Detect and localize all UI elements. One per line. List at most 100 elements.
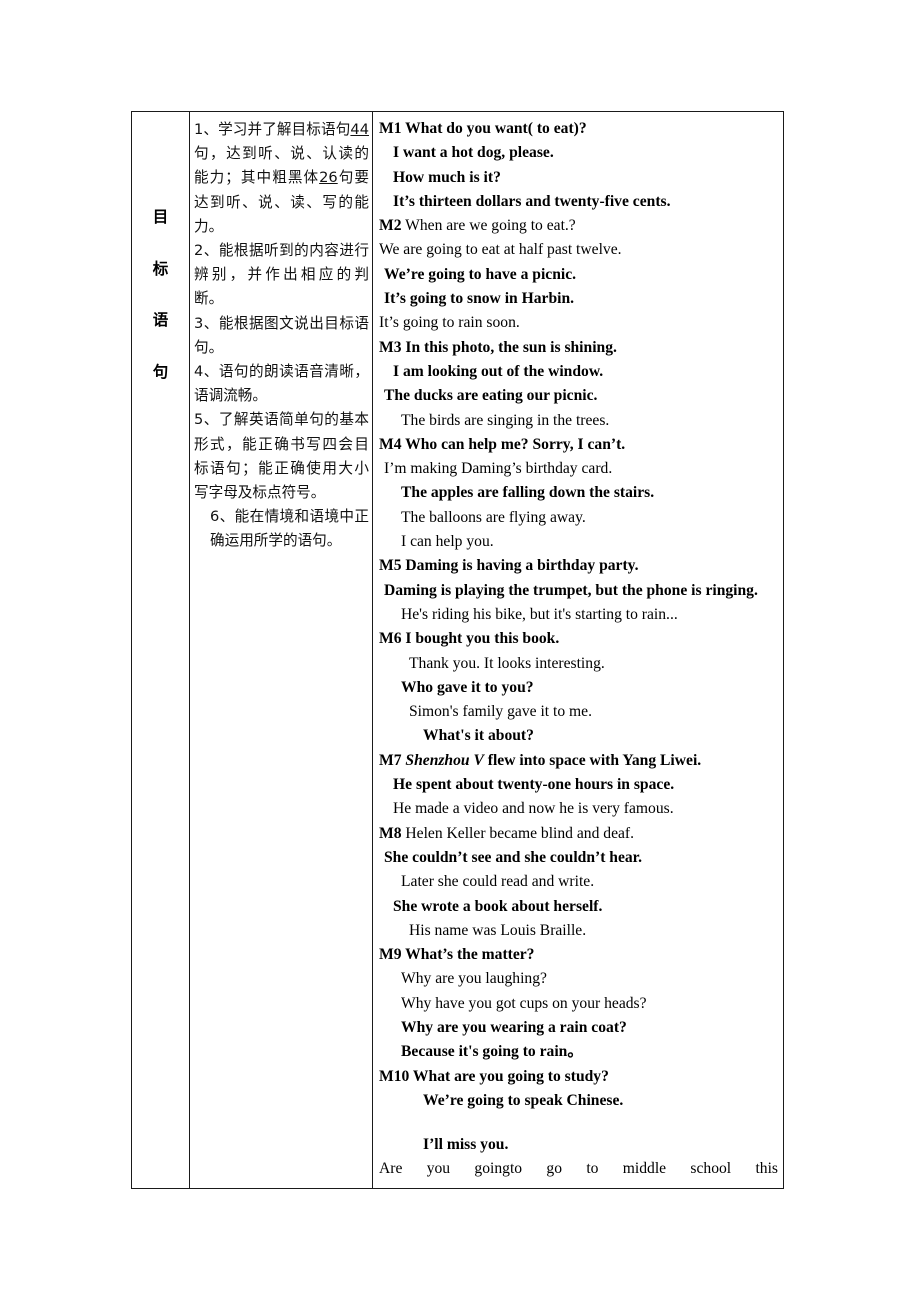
sentence-line-m1-q: M1 What do you want( to eat)? [379,117,778,141]
sentence-line-m1-a3: It’s thirteen dollars and twenty-five ce… [379,190,778,214]
sentence-text: He made a video and now he is very famou… [393,800,674,818]
sentence-text: Helen Keller became blind and deaf. [401,824,635,842]
goal-item-1: 1、学习并了解目标语句44句，达到听、说、认读的能力；其中粗黑体26句要达到听、… [194,118,369,239]
sentence-text: M6 I bought you this book. [379,630,560,648]
goals-cell: 1、学习并了解目标语句44句，达到听、说、认读的能力；其中粗黑体26句要达到听、… [189,111,373,1189]
goal-item-5: 5、了解英语简单句的基本形式，能正确书写四会目标语句；能正确使用大小写字母及标点… [194,411,369,502]
sentence-text: I want a hot dog, please. [393,144,554,162]
sentence-line-m4-a1: I’m making Daming’s birthday card. [379,457,778,481]
sentence-text: I can help you. [401,533,494,551]
sentence-line-m4-q: M4 Who can help me? Sorry, I can’t. [379,433,778,457]
sentence-line-m10-a1: We’re going to speak Chinese. [379,1089,778,1113]
sentence-line-m5-q: M5 Daming is having a birthday party. [379,554,778,578]
sentence-line-m7-q: M7 Shenzhou V flew into space with Yang … [379,749,778,773]
sentence-line-m4-a3: The balloons are flying away. [379,506,778,530]
sentence-line-m8-a3: She wrote a book about herself. [379,895,778,919]
sentence-line-m2-a1: We are going to eat at half past twelve. [379,238,778,262]
sentence-text: Who gave it to you? [401,678,534,696]
sentence-text: How much is it? [393,168,501,186]
sentence-text: M1 What do you want( to eat)? [379,120,587,137]
sentences-cell: M1 What do you want( to eat)? I want a ho… [372,111,784,1189]
sentence-line-m2-q: M2 When are we going to eat.? [379,214,778,238]
sentence-text: She couldn’t see and she couldn’t hear. [384,848,643,866]
sentence-text: I’m making Daming’s birthday card. [384,460,613,478]
sentence-line-m6-a3: Simon's family gave it to me. [379,700,778,724]
sentence-text: flew into space with Yang Liwei. [483,751,702,769]
sentence-text: M10 What are you going to study? [379,1067,609,1085]
sentence-text: When are we going to eat.? [401,217,576,235]
sentence-line-m7-a1: He spent about twenty-one hours in space… [379,773,778,797]
sentence-text: The apples are falling down the stairs. [401,484,655,502]
sentence-italic-title: Shenzhou V [405,751,484,769]
sentence-text: What's it about? [423,727,534,745]
table-row: 目 标 语 句 1、学习并了解目标语句44句，达到听、说、认读的能力；其中粗黑体… [131,111,784,1189]
sentence-line-m9-a4: Because it's going to rain。 [379,1040,778,1064]
sentence-spacer [379,1113,778,1133]
sentence-text: We’re going to speak Chinese. [423,1091,624,1109]
sentence-text: M5 Daming is having a birthday party. [379,557,639,575]
sentence-text: The balloons are flying away. [401,508,586,526]
target-sentence-list: M1 What do you want( to eat)? I want a ho… [373,112,783,1185]
sentence-line-m2-a4: It’s going to rain soon. [379,311,778,335]
sentence-line-m3-a2: The ducks are eating our picnic. [379,384,778,408]
sentence-line-m1-a2: How much is it? [379,166,778,190]
sentence-text: Why have you got cups on your heads? [401,994,647,1012]
sentence-text: It’s going to rain soon. [379,314,520,332]
sentence-text: Because it's going to rain。 [401,1043,583,1061]
sentence-line-m1-a1: I want a hot dog, please. [379,141,778,165]
sentence-text: Thank you. It looks interesting. [409,654,605,672]
sentence-line-m5-a2: He's riding his bike, but it's starting … [379,603,778,627]
sentence-text: We are going to eat at half past twelve. [379,241,622,259]
page-canvas: 目 标 语 句 1、学习并了解目标语句44句，达到听、说、认读的能力；其中粗黑体… [0,0,920,1302]
sentence-text: The ducks are eating our picnic. [384,387,598,405]
goal-item-6: 6、能在情境和语境中正确运用所学的语句。 [210,508,369,550]
sentence-line-m9-q: M9 What’s the matter? [379,943,778,967]
sentence-line-m3-q: M3 In this photo, the sun is shining. [379,336,778,360]
sentence-text: It’s thirteen dollars and twenty-five ce… [393,192,671,210]
sentence-line-m6-a4: What's it about? [379,724,778,748]
sentence-line-m6-q: M6 I bought you this book. [379,627,778,651]
goal-item-3: 3、能根据图文说出目标语句。 [194,314,369,356]
sentence-line-m10-a2: I’ll miss you. [379,1133,778,1157]
sentence-line-m2-a3: It’s going to snow in Harbin. [379,287,778,311]
row-header-cell: 目 标 语 句 [131,111,190,1189]
sentence-text: We’re going to have a picnic. [384,265,577,283]
sentence-text: He's riding his bike, but it's starting … [401,605,678,623]
row-header-char-2: 标 [152,259,169,278]
sentence-line-m6-a2: Who gave it to you? [379,676,778,700]
goal-1-part-a: 1、 [194,121,219,138]
sentence-module-label: M7 [379,751,406,769]
sentence-text: Simon's family gave it to me. [409,703,592,721]
goal-1-part-b: 学习并了解目标语句 [218,121,351,138]
sentence-line-m9-a1: Why are you laughing? [379,967,778,991]
sentence-text: She wrote a book about herself. [393,897,603,915]
sentence-text: His name was Louis Braille. [409,921,587,939]
sentence-text: M3 In this photo, the sun is shining. [379,338,617,356]
sentence-text: I am looking out of the window. [393,362,604,380]
sentence-text: Why are you laughing? [401,970,547,988]
goal-item-2: 2、能根据听到的内容进行辨别，并作出相应的判断。 [194,242,369,308]
sentence-text: Are you goingto go to middle school this [379,1160,778,1178]
sentence-line-m9-a3: Why are you wearing a rain coat? [379,1016,778,1040]
row-header-char-3: 语 [152,311,169,329]
sentence-line-m10-q: M10 What are you going to study? [379,1065,778,1089]
sentence-text: Daming is playing the trumpet, but the p… [384,581,758,599]
sentence-text: M9 What’s the matter? [379,946,535,964]
row-header-vertical-label: 目 标 语 句 [132,112,189,1188]
sentence-text: Why are you wearing a rain coat? [401,1018,627,1036]
sentence-line-m4-a2: The apples are falling down the stairs. [379,481,778,505]
sentence-line-m5-a1: Daming is playing the trumpet, but the p… [379,579,778,603]
sentence-line-m8-q: M8 Helen Keller became blind and deaf. [379,822,778,846]
goal-item-4: 4、语句的朗读语音清晰，语调流畅。 [194,363,369,405]
sentence-line-m2-a2: We’re going to have a picnic. [379,263,778,287]
goals-list: 1、学习并了解目标语句44句，达到听、说、认读的能力；其中粗黑体26句要达到听、… [190,112,372,558]
sentence-line-m9-a2: Why have you got cups on your heads? [379,992,778,1016]
goal-1-number-44: 44 [350,121,369,138]
sentence-text: I’ll miss you. [423,1136,509,1154]
row-header-char-1: 目 [152,208,169,226]
sentence-line-m8-a1: She couldn’t see and she couldn’t hear. [379,846,778,870]
sentence-text: The birds are singing in the trees. [401,411,610,429]
sentence-text: It’s going to snow in Harbin. [384,290,575,308]
sentence-line-m7-a2: He made a video and now he is very famou… [379,797,778,821]
sentence-line-m10-a3: Are you goingto go to middle school this [379,1157,778,1181]
